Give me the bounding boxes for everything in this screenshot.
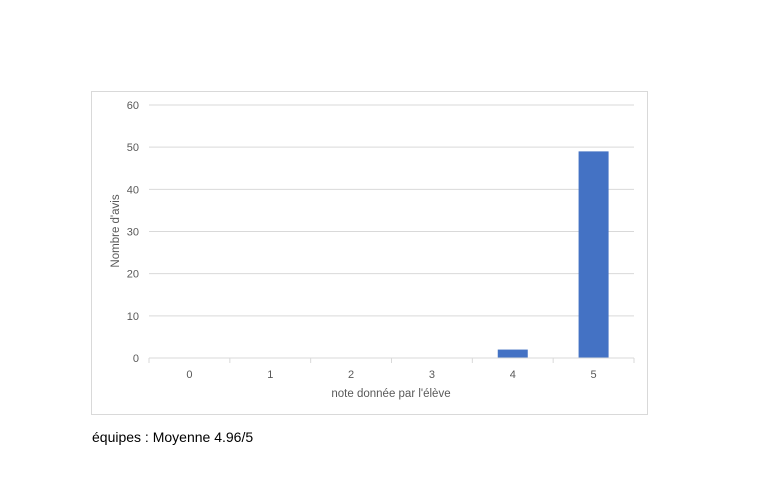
x-tick-label: 1 bbox=[267, 369, 273, 381]
x-tick-label: 4 bbox=[510, 369, 516, 381]
x-axis-title: note donnée par l'élève bbox=[331, 388, 450, 400]
chart-frame: 0 10 20 30 40 50 60 0 1 2 3 4 5 note donnée par l'él… bbox=[91, 91, 648, 415]
x-tick-label: 5 bbox=[591, 369, 597, 381]
y-tick-label: 30 bbox=[127, 227, 139, 239]
y-tick-label: 20 bbox=[127, 269, 139, 281]
y-tick-label: 50 bbox=[127, 142, 139, 154]
y-axis-title: Nombre d'avis bbox=[110, 194, 122, 267]
bar-chart: 0 10 20 30 40 50 60 0 1 2 3 4 5 note donnée par l'él… bbox=[110, 100, 635, 400]
y-tick-label: 10 bbox=[127, 311, 139, 323]
bar-5 bbox=[578, 151, 609, 358]
y-tick-label: 60 bbox=[127, 100, 139, 112]
x-tick-label: 0 bbox=[186, 369, 192, 381]
y-tick-label: 0 bbox=[133, 353, 139, 365]
y-tick-label: 40 bbox=[127, 184, 139, 196]
x-tick-label: 3 bbox=[429, 369, 435, 381]
x-tick-label: 2 bbox=[348, 369, 354, 381]
chart-caption: équipes : Moyenne 4.96/5 bbox=[92, 429, 254, 445]
bar-4 bbox=[497, 349, 528, 358]
